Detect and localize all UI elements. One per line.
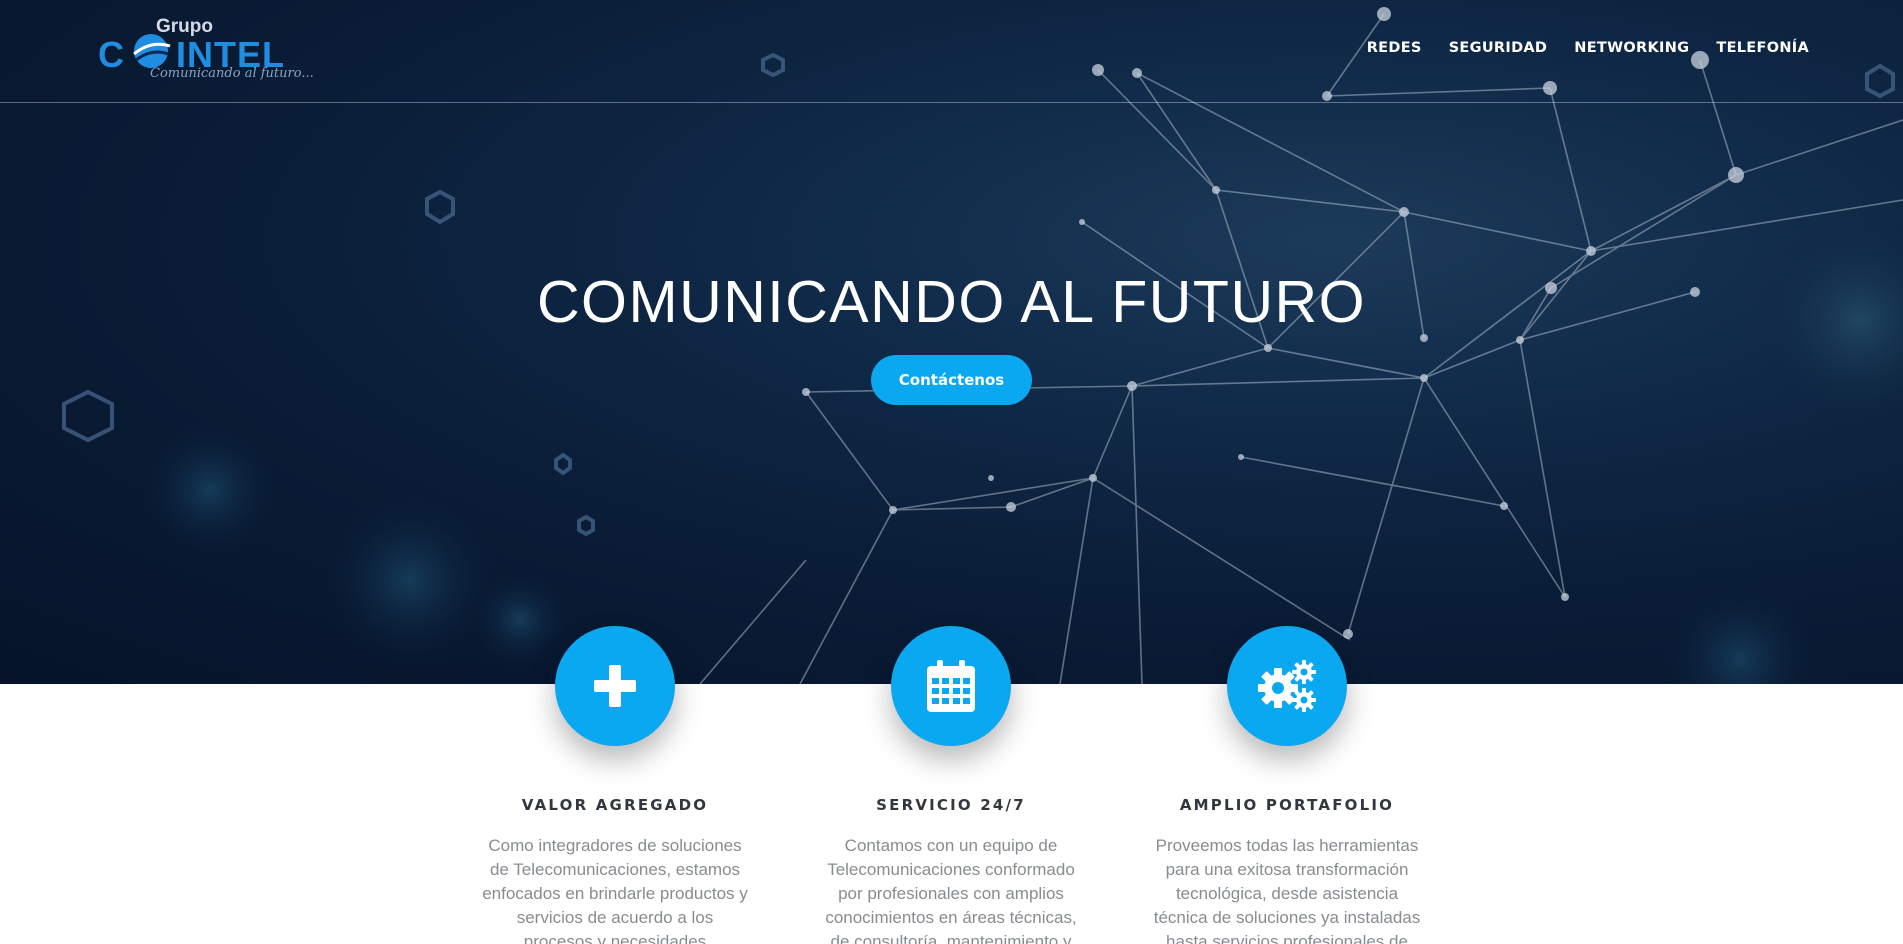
site-header: Grupo C INTEL Comunicando al futuro... R…: [0, 0, 1903, 103]
feature-title: SERVICIO 24/7: [876, 796, 1026, 814]
nav-item-networking[interactable]: NETWORKING: [1574, 40, 1689, 56]
calendar-icon: [927, 660, 975, 712]
plus-icon: [594, 665, 636, 707]
logo-tagline: Comunicando al futuro...: [150, 66, 314, 81]
contact-button[interactable]: Contáctenos: [871, 355, 1032, 405]
feature-icon-circle: [1227, 626, 1347, 746]
gears-icon: [1258, 660, 1316, 712]
hero-section: Grupo C INTEL Comunicando al futuro... R…: [0, 0, 1903, 684]
hero-title: COMUNICANDO AL FUTURO: [536, 269, 1367, 335]
feature-title: AMPLIO PORTAFOLIO: [1179, 796, 1395, 814]
logo-c-letter: C: [98, 34, 125, 75]
feature-icon-circle: [555, 626, 675, 746]
nav-item-telefonia[interactable]: TELEFONÍA: [1716, 40, 1809, 56]
main-nav: REDES SEGURIDAD NETWORKING TELEFONÍA: [1367, 40, 1809, 56]
logo[interactable]: Grupo C INTEL Comunicando al futuro...: [96, 16, 314, 86]
feature-title: VALOR AGREGADO: [521, 796, 709, 814]
nav-item-redes[interactable]: REDES: [1367, 40, 1422, 56]
page: Grupo C INTEL Comunicando al futuro... R…: [0, 0, 1903, 944]
feature-text: Contamos con un equipo de Telecomunicaci…: [825, 836, 1077, 944]
feature-icon-circle: [891, 626, 1011, 746]
nav-item-seguridad[interactable]: SEGURIDAD: [1449, 40, 1548, 56]
feature-text: Proveemos todas las herramientas para un…: [1153, 836, 1421, 944]
feature-text: Como integradores de soluciones de Telec…: [482, 836, 748, 944]
